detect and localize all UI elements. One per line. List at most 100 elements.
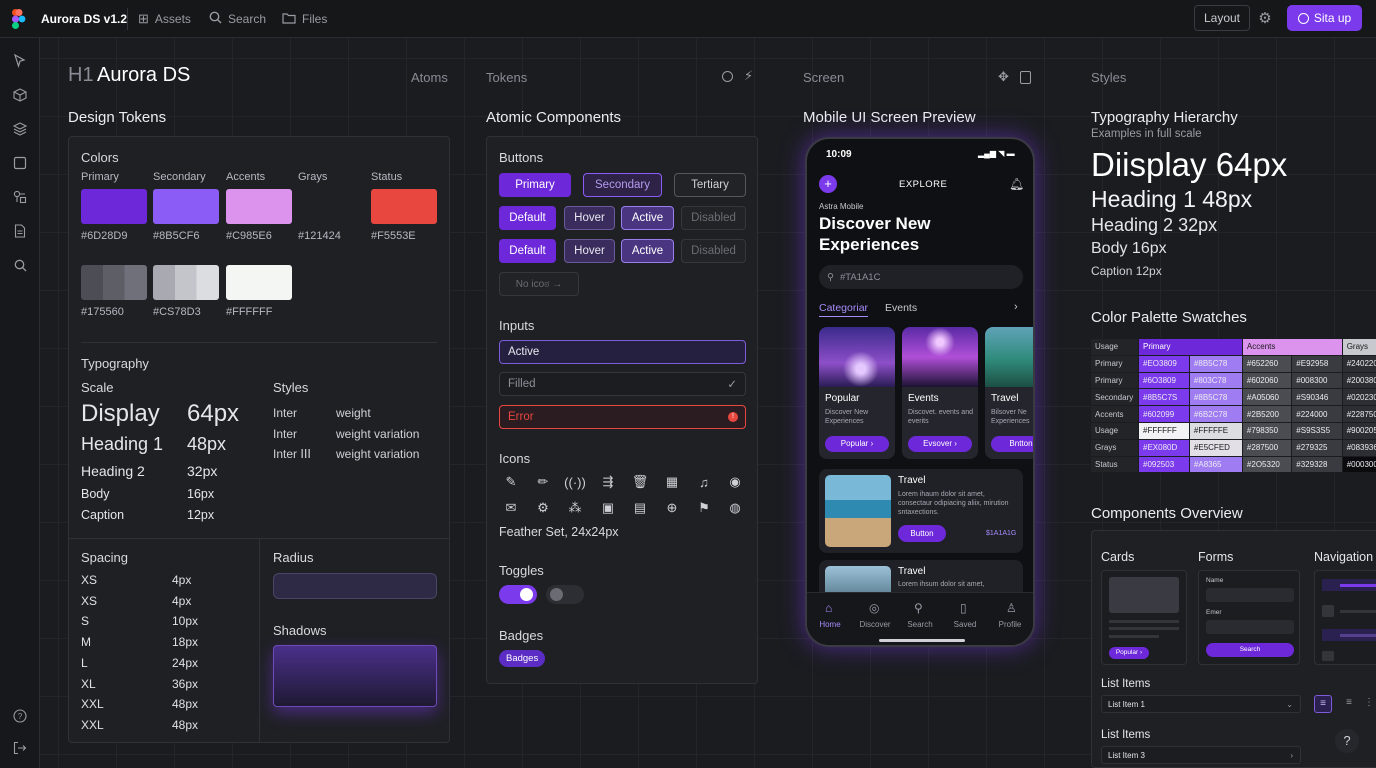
layout-button[interactable]: Layout [1194,5,1250,31]
users-icon[interactable]: ⁂ [567,500,583,516]
color-swatch[interactable] [298,189,364,224]
files-tab[interactable]: Files [282,0,327,38]
video-icon[interactable]: ▣ [600,500,616,516]
list-view-icon[interactable]: ≡ [1314,695,1332,713]
card-preview[interactable]: Popular › [1101,570,1187,665]
disabled-button[interactable]: Disabled [681,206,746,230]
calendar-icon[interactable]: ▦ [664,474,680,490]
form-name-field[interactable] [1206,588,1294,602]
move-icon[interactable]: ✥ [998,69,1009,85]
secondary-button[interactable]: Secondary [583,173,662,197]
components-icon[interactable] [11,188,29,206]
profile-icon[interactable]: ♙ [1006,601,1017,615]
wifi-icon[interactable]: ((·)) [564,474,586,490]
category-card[interactable]: Events Discovet. events and everits Evso… [902,327,978,459]
form-search-button[interactable]: Search [1206,643,1294,657]
toggle-on[interactable] [499,585,537,604]
list-item-row[interactable]: List Item 3 › [1101,746,1301,764]
default-button[interactable]: Default [499,239,556,263]
table-cell: #228750 [1341,405,1376,423]
document-icon[interactable] [11,222,29,240]
list-item-select[interactable]: List Item 1 ⌄ [1101,695,1301,713]
hover-button[interactable]: Hover [564,239,615,263]
nav-profile[interactable]: Profile [990,620,1030,629]
home-icon[interactable]: ⌂ [825,601,832,615]
tertiary-button[interactable]: Tertiary [674,173,746,197]
pencil-icon[interactable]: ✏︎ [535,474,551,490]
globe-icon[interactable]: ◍ [727,500,743,516]
no-icon-button[interactable]: No icoಠ → [499,272,579,296]
active-button[interactable]: Active [621,239,674,263]
compass-icon[interactable]: ◉ [727,474,743,490]
logout-icon[interactable] [11,739,29,757]
trash-icon[interactable]: 🗑︎ [632,474,649,490]
zoom-in-icon[interactable]: ⊕ [664,500,680,516]
figma-logo-icon[interactable] [12,0,26,38]
active-button[interactable]: Active [621,206,674,230]
gray-swatch[interactable] [153,265,219,300]
category-card[interactable]: Travel Bilsover Ne Experiences Bnttons [985,327,1033,459]
color-swatch[interactable] [153,189,219,224]
card-button[interactable]: Bnttons [991,436,1033,452]
color-swatch[interactable] [371,189,437,224]
circle-icon[interactable] [722,71,733,82]
gray-swatch[interactable] [81,265,147,300]
filled-input[interactable]: Filled ✓ [499,372,746,396]
nav-discover[interactable]: Discover [855,620,895,629]
error-input[interactable]: Error! [499,405,746,429]
tab-events[interactable]: Events [885,302,917,314]
active-input[interactable]: Active [499,340,746,364]
cursor-icon[interactable] [11,52,29,70]
swatch-hex: #121424 [298,230,341,242]
file-icon[interactable]: ▤ [632,500,648,516]
default-button[interactable]: Default [499,206,556,230]
settings-gear-icon[interactable]: ⚙ [1256,9,1274,27]
nav-home[interactable]: Home [810,620,850,629]
nav-item-active[interactable] [1322,579,1376,591]
mail-open-icon[interactable]: ✉ [503,500,519,516]
primary-button[interactable]: Primary [499,173,571,197]
lightning-icon[interactable]: ⚡︎ [744,68,753,84]
music-icon[interactable]: ♫ [696,474,712,490]
device-icon[interactable] [1020,71,1031,84]
tab-categories[interactable]: Categoriar [819,302,869,317]
help-icon[interactable]: ? [11,707,29,725]
cube-icon[interactable] [11,86,29,104]
feather-pen-icon[interactable]: ✎ [503,474,519,490]
nav-item-active[interactable] [1322,629,1376,641]
bell-icon[interactable]: 🔔︎ [1009,177,1024,191]
toggle-off[interactable] [546,585,584,604]
search-icon[interactable]: ⚲ [914,601,923,615]
hover-button[interactable]: Hover [564,206,615,230]
flag-icon[interactable]: ⚑ [696,500,712,516]
color-swatch[interactable] [226,189,292,224]
card-preview-chip[interactable]: Popular › [1109,647,1149,659]
frame-icon[interactable] [11,154,29,172]
mobile-search-bar[interactable]: ⚲ #TA1A1C [819,265,1023,289]
grid-view-icon[interactable]: ⋮⋮ [1364,695,1376,713]
align-icon[interactable]: ≡ [1340,695,1358,713]
color-swatch[interactable] [81,189,147,224]
search-icon[interactable] [11,256,29,274]
assets-tab[interactable]: ⊞ Assets [138,0,191,38]
form-enter-field[interactable] [1206,620,1294,634]
sign-up-button[interactable]: Sita up [1287,5,1362,31]
card-button[interactable]: Evsover › [908,436,972,452]
share-icon[interactable]: ⇶ [600,474,616,490]
settings-icon[interactable]: ⚙ [535,500,551,516]
help-icon[interactable]: ? [1335,729,1359,753]
compass-icon[interactable]: ◎ [869,601,879,615]
card-button[interactable]: Popular › [825,436,889,452]
category-card[interactable]: Popular Discover New Experiences Popular… [819,327,895,459]
chevron-right-icon[interactable]: › [1014,301,1018,313]
bookmark-icon[interactable]: ▯ [960,601,967,615]
list-card[interactable]: Travel Lorem ihaum dolor sit amet, conse… [819,469,1023,553]
layers-icon[interactable] [11,120,29,138]
disabled-button[interactable]: Disabled [681,239,746,263]
nav-saved[interactable]: Saved [945,620,985,629]
list-card-button[interactable]: Button [898,525,946,542]
nav-search[interactable]: Search [900,620,940,629]
white-swatch[interactable] [226,265,292,300]
search-tab[interactable]: Search [209,0,266,38]
add-icon[interactable]: + [819,175,837,193]
